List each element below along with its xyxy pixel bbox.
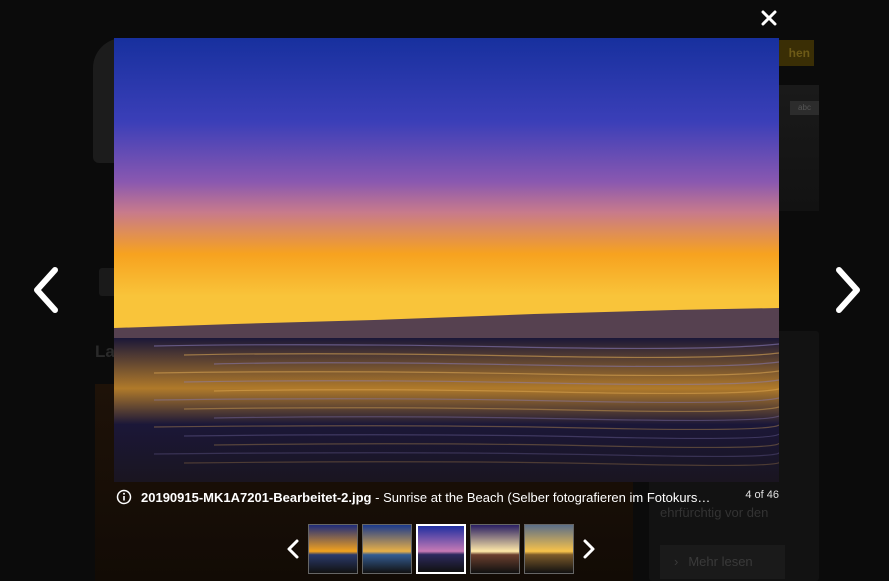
close-icon <box>761 10 777 26</box>
thumbnail-image <box>471 525 519 573</box>
thumbnail-image <box>309 525 357 573</box>
background-heading: La <box>95 342 115 361</box>
previous-image-button[interactable] <box>26 262 66 318</box>
thumbnail-5[interactable] <box>524 524 574 574</box>
thumbnail-image <box>525 525 573 573</box>
caption-title: Sunrise at the Beach (Selber fotografier… <box>383 489 711 505</box>
thumbnail-next-button[interactable] <box>576 529 602 569</box>
thumbnail-prev-button[interactable] <box>280 529 306 569</box>
chevron-left-icon <box>287 539 299 559</box>
image-caption: 20190915-MK1A7201-Bearbeitet-2.jpg - Sun… <box>114 484 779 510</box>
caption-separator: - <box>371 489 384 505</box>
chevron-right-icon <box>836 267 860 313</box>
main-photo <box>114 38 779 482</box>
background-card-button-label: Mehr lesen <box>688 554 753 569</box>
thumbnail-2[interactable] <box>362 524 412 574</box>
next-image-button[interactable] <box>828 262 868 318</box>
info-icon[interactable] <box>116 489 132 505</box>
chevron-left-icon <box>34 267 58 313</box>
thumbnail-strip <box>280 523 602 575</box>
thumbnail-4[interactable] <box>470 524 520 574</box>
close-button[interactable] <box>757 6 781 30</box>
thumbnail-image <box>418 526 464 572</box>
thumbnail-3[interactable] <box>416 524 466 574</box>
caption-filename: 20190915-MK1A7201-Bearbeitet-2.jpg <box>141 489 372 505</box>
background-side-badge: abc <box>790 101 819 115</box>
sunrise-beach-photo <box>114 38 779 482</box>
thumbnail-list <box>306 524 576 574</box>
image-counter: 4 of 46 <box>745 489 779 501</box>
chevron-right-icon: › <box>674 554 679 569</box>
page: hen abc La e ehrfürchtig vor den ›Mehr l… <box>0 0 889 581</box>
background-card-button: › Mehr lesen <box>660 545 785 579</box>
thumbnail-1[interactable] <box>308 524 358 574</box>
chevron-right-icon <box>583 539 595 559</box>
thumbnail-image <box>363 525 411 573</box>
caption-text: 20190915-MK1A7201-Bearbeitet-2.jpg - Sun… <box>141 490 731 505</box>
